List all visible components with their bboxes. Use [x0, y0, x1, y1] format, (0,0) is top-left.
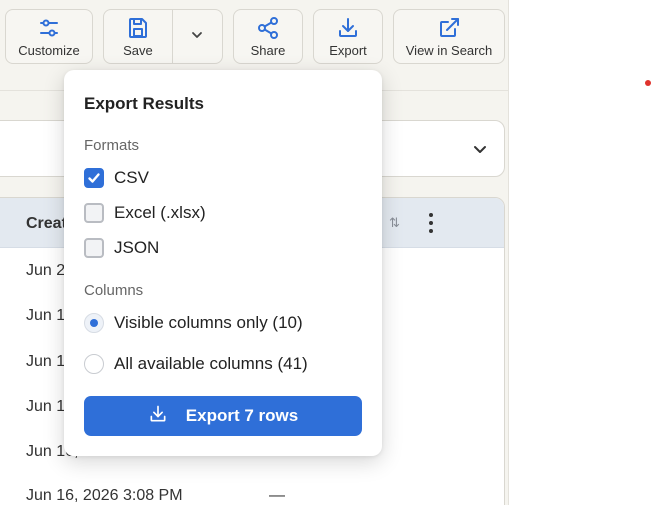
export-results-popover: Export Results Formats CSV Excel (.xlsx)… — [64, 70, 382, 456]
view-in-search-button[interactable]: View in Search — [393, 9, 505, 64]
cell-created: Jun 2 — [26, 262, 66, 279]
cell-created: Jun 1 — [26, 398, 66, 415]
export-button[interactable]: Export — [313, 9, 383, 64]
save-menu-button[interactable] — [173, 10, 222, 63]
share-nodes-icon — [256, 15, 280, 41]
save-button[interactable]: Save — [104, 10, 173, 63]
format-label: JSON — [114, 238, 160, 257]
download-icon — [336, 15, 360, 41]
format-option-csv[interactable]: CSV — [84, 167, 149, 189]
share-label: Share — [250, 43, 286, 58]
chevron-down-icon — [472, 141, 488, 162]
format-option-excel[interactable]: Excel (.xlsx) — [84, 202, 206, 224]
columns-option-all[interactable]: All available columns (41) — [84, 353, 308, 375]
share-button[interactable]: Share — [233, 9, 303, 64]
customize-button[interactable]: Customize — [5, 9, 93, 64]
kebab-icon[interactable] — [428, 213, 434, 233]
radio-selected-icon[interactable] — [84, 313, 104, 333]
save-label: Save — [123, 43, 153, 58]
sliders-icon — [37, 15, 61, 41]
checkbox-checked-icon[interactable] — [84, 168, 104, 188]
export-rows-button[interactable]: Export 7 rows — [84, 396, 362, 436]
radio-icon[interactable] — [84, 354, 104, 374]
external-link-icon — [437, 15, 461, 41]
columns-option-visible[interactable]: Visible columns only (10) — [84, 312, 303, 334]
sort-arrows-icon[interactable]: ⇅ — [389, 215, 400, 231]
formats-heading: Formats — [84, 137, 140, 154]
columns-option-label: Visible columns only (10) — [114, 313, 303, 332]
cell-created: Jun 16, 2026 3:08 PM — [26, 487, 183, 504]
download-icon — [148, 404, 186, 429]
column-header-created[interactable]: Creat — [26, 215, 67, 233]
export-rows-label: Export 7 rows — [185, 406, 299, 425]
checkbox-icon[interactable] — [84, 238, 104, 258]
pane-divider — [508, 0, 509, 505]
chevron-down-icon — [190, 28, 204, 45]
save-button-group: Save — [103, 9, 223, 64]
cell-created: Jun 1 — [26, 307, 66, 324]
floppy-disk-icon — [126, 15, 150, 41]
status-indicator — [645, 80, 651, 86]
export-label: Export — [329, 43, 367, 58]
popover-title: Export Results — [84, 94, 204, 113]
checkbox-icon[interactable] — [84, 203, 104, 223]
columns-heading: Columns — [84, 282, 144, 299]
columns-option-label: All available columns (41) — [114, 354, 308, 373]
format-label: Excel (.xlsx) — [114, 203, 206, 222]
format-option-json[interactable]: JSON — [84, 237, 159, 259]
cell-created: Jun 1 — [26, 353, 66, 370]
table-row[interactable]: Jun 16, 2026 3:08 PM — — [0, 475, 504, 505]
format-label: CSV — [114, 168, 149, 187]
customize-label: Customize — [18, 43, 80, 58]
view-in-search-label: View in Search — [405, 43, 493, 58]
cell-value: — — [269, 487, 285, 504]
